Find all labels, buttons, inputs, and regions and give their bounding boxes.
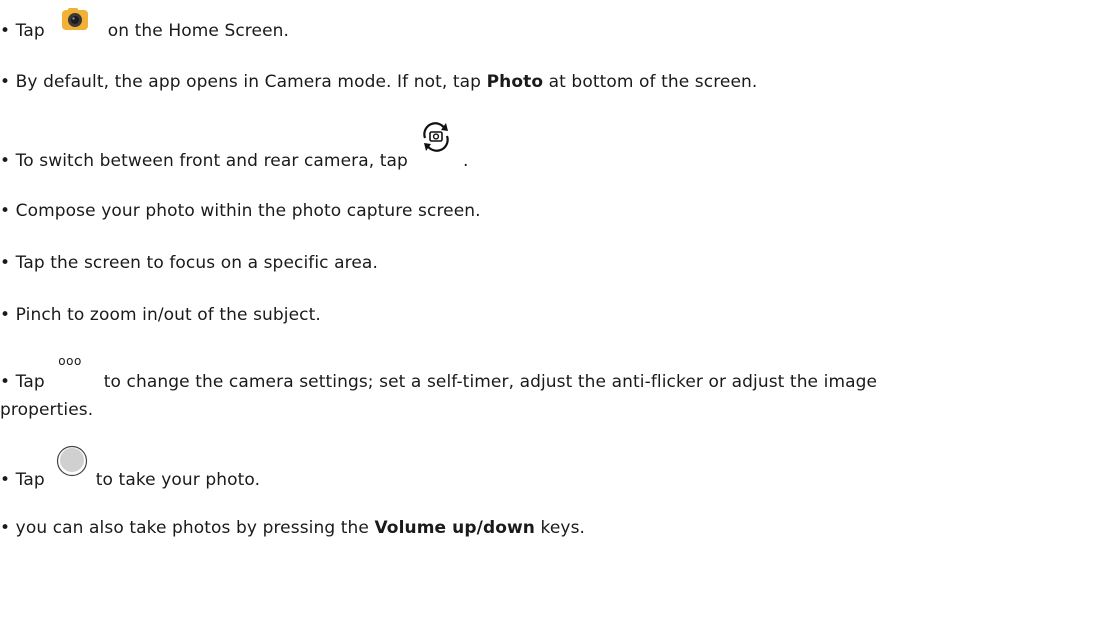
volume-keys-label: Volume up/down xyxy=(374,518,536,538)
bullet: • xyxy=(0,151,11,171)
step-text-before: Tap xyxy=(15,21,45,41)
switch-camera-icon xyxy=(417,122,455,154)
step-text-after: to change the camera settings; set a sel… xyxy=(103,372,878,392)
bullet: • xyxy=(0,201,11,221)
step-text-before: By default, the app opens in Camera mode… xyxy=(15,72,482,92)
step-text: Tap the screen to focus on a specific ar… xyxy=(15,253,378,273)
bullet: • xyxy=(0,72,11,92)
step-text-before: Tap xyxy=(15,470,45,490)
bullet: • xyxy=(0,518,11,538)
step-text-continuation: properties. xyxy=(0,400,94,420)
step-tap-camera-app: • Tap on the Home Screen. xyxy=(0,8,290,43)
step-compose: • Compose your photo within the photo ca… xyxy=(0,199,481,223)
bullet: • xyxy=(0,372,11,392)
bullet: • xyxy=(0,21,11,41)
instructions-document: • Tap on the Home Screen. • By default, … xyxy=(0,0,1104,621)
step-text-after: at bottom of the screen. xyxy=(548,72,758,92)
camera-app-icon xyxy=(60,6,90,30)
step-default-mode: • By default, the app opens in Camera mo… xyxy=(0,70,757,94)
step-camera-settings: • Tap ooo to change the camera settings;… xyxy=(0,354,878,395)
step-volume-keys: • you can also take photos by pressing t… xyxy=(0,516,585,540)
step-focus: • Tap the screen to focus on a specific … xyxy=(0,251,378,275)
step-text-before: To switch between front and rear camera,… xyxy=(15,151,408,171)
step-text: Pinch to zoom in/out of the subject. xyxy=(15,305,321,325)
bullet: • xyxy=(0,253,11,273)
bullet: • xyxy=(0,470,11,490)
step-take-photo: • Tap to take your photo. xyxy=(0,445,261,492)
bullet: • xyxy=(0,305,11,325)
step-text-after: to take your photo. xyxy=(95,470,261,490)
photo-label: Photo xyxy=(486,72,544,92)
step-camera-settings-continuation: properties. xyxy=(0,398,93,422)
step-text-before: you can also take photos by pressing the xyxy=(15,518,369,538)
more-options-icon: ooo xyxy=(58,354,82,368)
step-text-after: . xyxy=(462,151,469,171)
step-text-after: on the Home Screen. xyxy=(107,21,290,41)
step-text: Compose your photo within the photo capt… xyxy=(15,201,481,221)
step-switch-camera: • To switch between front and rear camer… xyxy=(0,122,469,173)
step-text-before: Tap xyxy=(15,372,45,392)
step-zoom: • Pinch to zoom in/out of the subject. xyxy=(0,303,321,327)
shutter-button-icon xyxy=(56,445,88,477)
step-text-after: keys. xyxy=(540,518,586,538)
